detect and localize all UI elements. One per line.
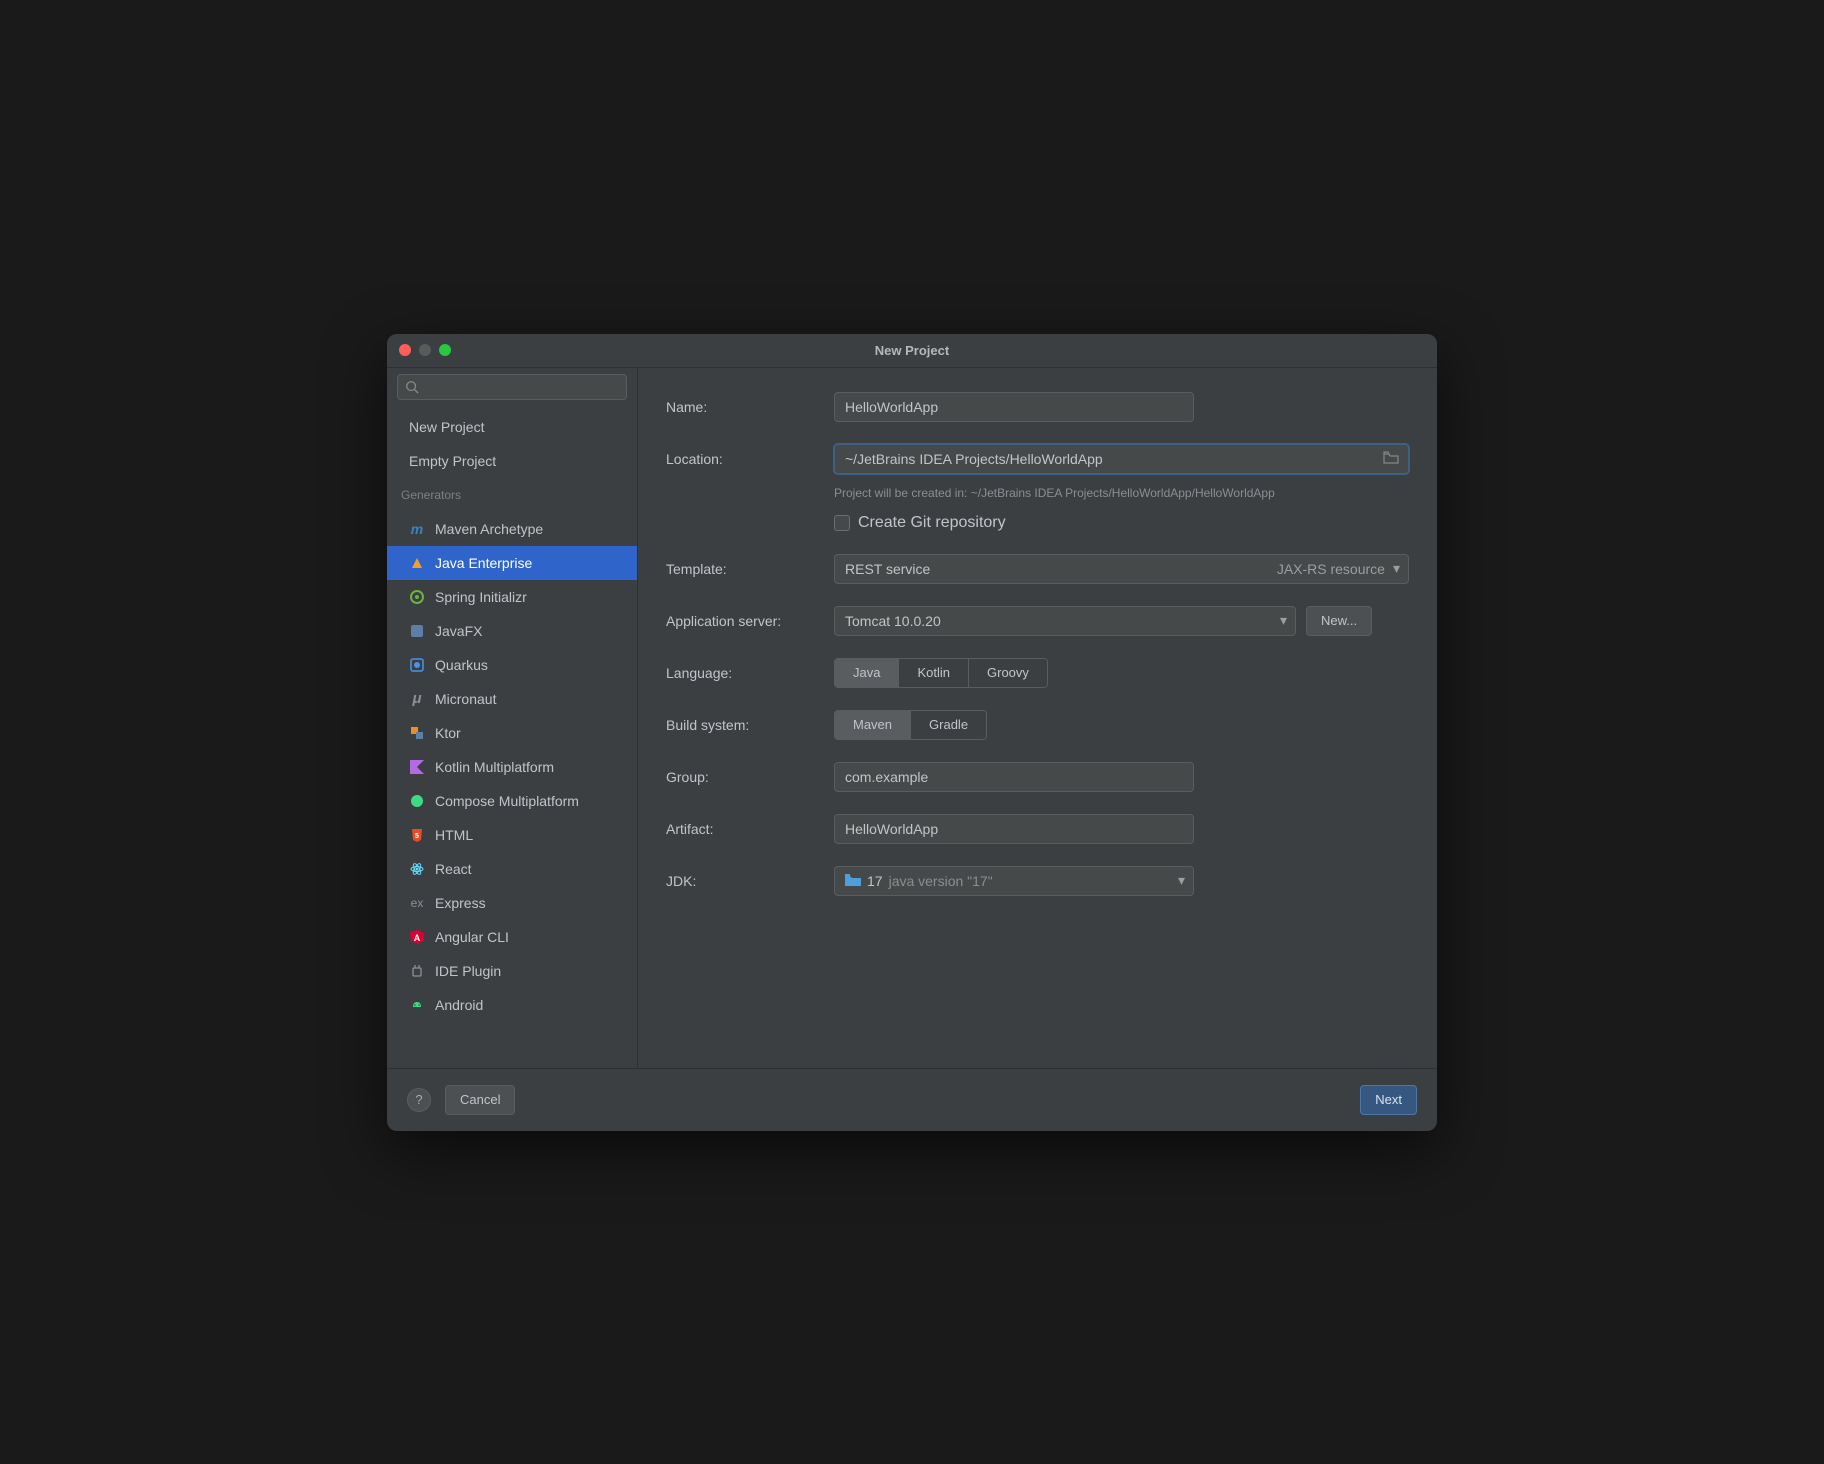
micronaut-icon: μ [409, 691, 425, 707]
maven-icon: m [409, 521, 425, 537]
appserver-label: Application server: [666, 613, 834, 629]
sidebar: New ProjectEmpty Project Generators m Mav… [387, 368, 638, 1068]
generators-header: Generators [387, 478, 637, 508]
name-label: Name: [666, 399, 834, 415]
sidebar-item-label: JavaFX [435, 623, 482, 639]
sidebar-item-label: Kotlin Multiplatform [435, 759, 554, 775]
sidebar-item-label: HTML [435, 827, 473, 843]
angular-icon: A [409, 929, 425, 945]
sidebar-item-android[interactable]: Android [387, 988, 637, 1022]
close-window-button[interactable] [399, 344, 411, 356]
chevron-down-icon: ▾ [1280, 612, 1287, 629]
appserver-new-button[interactable]: New... [1306, 606, 1372, 636]
sidebar-item-label: React [435, 861, 472, 877]
chevron-down-icon: ▾ [1393, 560, 1400, 577]
build-option-maven[interactable]: Maven [835, 711, 911, 739]
sidebar-item-javafx[interactable]: JavaFX [387, 614, 637, 648]
sidebar-item-react[interactable]: React [387, 852, 637, 886]
search-icon [405, 380, 419, 399]
quarkus-icon [409, 657, 425, 673]
appserver-select[interactable]: Tomcat 10.0.20 ▾ [834, 606, 1296, 636]
location-input[interactable] [834, 444, 1409, 474]
sidebar-item-new-project[interactable]: New Project [387, 410, 637, 444]
sidebar-item-compose-multiplatform[interactable]: Compose Multiplatform [387, 784, 637, 818]
jdk-select[interactable]: 17 java version "17" ▾ [834, 866, 1194, 896]
search-input[interactable] [397, 374, 627, 400]
form-panel: Name: Location: Project will be created … [638, 368, 1437, 1068]
window-title: New Project [387, 343, 1437, 358]
sidebar-item-label: Angular CLI [435, 929, 509, 945]
git-checkbox-label[interactable]: Create Git repository [858, 514, 1006, 532]
sidebar-item-label: Micronaut [435, 691, 496, 707]
sidebar-item-express[interactable]: ex Express [387, 886, 637, 920]
chevron-down-icon: ▾ [1178, 872, 1185, 889]
location-hint: Project will be created in: ~/JetBrains … [834, 486, 1275, 500]
sidebar-item-label: Ktor [435, 725, 461, 741]
react-icon [409, 861, 425, 877]
sidebar-item-ktor[interactable]: Ktor [387, 716, 637, 750]
sidebar-item-maven-archetype[interactable]: m Maven Archetype [387, 512, 637, 546]
sidebar-item-html[interactable]: 5 HTML [387, 818, 637, 852]
minimize-window-button[interactable] [419, 344, 431, 356]
build-segmented: MavenGradle [834, 710, 987, 740]
sidebar-item-label: Maven Archetype [435, 521, 543, 537]
language-label: Language: [666, 665, 834, 681]
git-checkbox[interactable] [834, 515, 850, 531]
sidebar-item-label: Compose Multiplatform [435, 793, 579, 809]
javafx-icon [409, 623, 425, 639]
sidebar-item-label: IDE Plugin [435, 963, 501, 979]
folder-icon [845, 873, 861, 889]
location-label: Location: [666, 451, 834, 467]
help-button[interactable]: ? [407, 1088, 431, 1112]
footer: ? Cancel Next [387, 1068, 1437, 1131]
kotlin-icon [409, 759, 425, 775]
language-option-groovy[interactable]: Groovy [969, 659, 1047, 687]
group-label: Group: [666, 769, 834, 785]
sidebar-item-label: Express [435, 895, 486, 911]
sidebar-item-label: Quarkus [435, 657, 488, 673]
sidebar-item-ide-plugin[interactable]: IDE Plugin [387, 954, 637, 988]
new-project-dialog: New Project New ProjectEmpty Project Gen… [387, 334, 1437, 1131]
svg-text:5: 5 [415, 833, 419, 840]
sidebar-item-micronaut[interactable]: μ Micronaut [387, 682, 637, 716]
spring-icon [409, 589, 425, 605]
html-icon: 5 [409, 827, 425, 843]
javaee-icon [409, 555, 425, 571]
language-segmented: JavaKotlinGroovy [834, 658, 1048, 688]
sidebar-item-spring-initializr[interactable]: Spring Initializr [387, 580, 637, 614]
sidebar-item-kotlin-multiplatform[interactable]: Kotlin Multiplatform [387, 750, 637, 784]
sidebar-item-label: Android [435, 997, 483, 1013]
maximize-window-button[interactable] [439, 344, 451, 356]
template-select[interactable]: REST service JAX-RS resource ▾ [834, 554, 1409, 584]
ideplugin-icon [409, 963, 425, 979]
sidebar-item-label: Spring Initializr [435, 589, 527, 605]
next-button[interactable]: Next [1360, 1085, 1417, 1115]
sidebar-item-quarkus[interactable]: Quarkus [387, 648, 637, 682]
ktor-icon [409, 725, 425, 741]
browse-folder-icon[interactable] [1383, 451, 1399, 470]
sidebar-item-empty-project[interactable]: Empty Project [387, 444, 637, 478]
jdk-label: JDK: [666, 873, 834, 889]
template-label: Template: [666, 561, 834, 577]
group-input[interactable] [834, 762, 1194, 792]
language-option-java[interactable]: Java [835, 659, 899, 687]
artifact-input[interactable] [834, 814, 1194, 844]
language-option-kotlin[interactable]: Kotlin [899, 659, 969, 687]
express-icon: ex [409, 895, 425, 911]
build-label: Build system: [666, 717, 834, 733]
titlebar: New Project [387, 334, 1437, 368]
artifact-label: Artifact: [666, 821, 834, 837]
android-icon [409, 997, 425, 1013]
sidebar-item-angular-cli[interactable]: A Angular CLI [387, 920, 637, 954]
sidebar-item-java-enterprise[interactable]: Java Enterprise [387, 546, 637, 580]
name-input[interactable] [834, 392, 1194, 422]
sidebar-item-label: Java Enterprise [435, 555, 532, 571]
build-option-gradle[interactable]: Gradle [911, 711, 986, 739]
compose-icon [409, 793, 425, 809]
svg-text:A: A [414, 933, 421, 943]
cancel-button[interactable]: Cancel [445, 1085, 515, 1115]
